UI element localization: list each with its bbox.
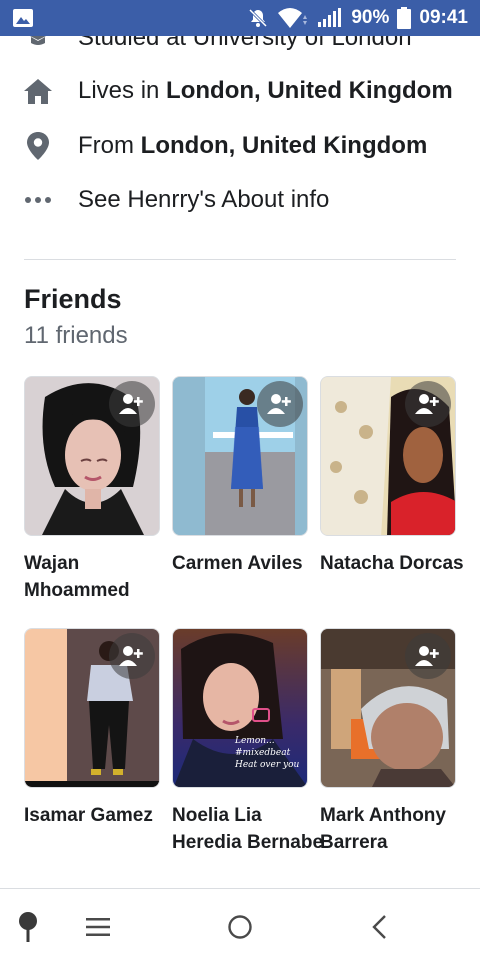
photo-caption-text: Lemon... #mixedbeat Heat over you xyxy=(235,736,300,770)
friend-card[interactable]: Carmen Aviles xyxy=(172,376,310,577)
friend-name[interactable]: Noelia Lia Heredia Bernabe xyxy=(172,802,332,856)
friend-card[interactable]: Lemon... #mixedbeat Heat over you Noelia… xyxy=(172,628,323,856)
about-lives-place[interactable]: London, United Kingdom xyxy=(166,77,453,104)
friend-card[interactable]: Mark Anthony Barrera xyxy=(320,628,458,856)
wifi-icon xyxy=(277,7,309,29)
see-about-info-link[interactable]: See Henrry's About info xyxy=(0,176,480,224)
friend-name[interactable]: Wajan Mhoammed xyxy=(24,550,184,604)
friend-card[interactable]: Natacha Dorcas xyxy=(320,376,464,577)
friend-photo[interactable] xyxy=(320,628,456,788)
about-from-text: From London, United Kingdom xyxy=(78,132,427,160)
image-icon xyxy=(12,8,34,28)
add-friend-icon[interactable] xyxy=(257,381,303,427)
battery-icon xyxy=(397,7,412,29)
friend-photo[interactable] xyxy=(172,376,308,536)
section-divider xyxy=(24,259,456,260)
friend-name[interactable]: Mark Anthony Barrera xyxy=(320,802,480,856)
friend-card[interactable]: Wajan Mhoammed xyxy=(24,376,162,604)
see-about-info-text: See Henrry's About info xyxy=(78,186,330,213)
pin-icon[interactable] xyxy=(8,907,48,947)
profile-content: Studied at University of London Lives in… xyxy=(0,36,480,888)
about-lives-prefix: Lives in xyxy=(78,77,167,104)
friend-photo[interactable] xyxy=(24,376,160,536)
friend-name[interactable]: Natacha Dorcas xyxy=(320,550,480,577)
add-friend-icon[interactable] xyxy=(405,633,451,679)
friend-name[interactable]: Isamar Gamez xyxy=(24,802,184,829)
more-dots-icon xyxy=(23,196,53,204)
menu-icon[interactable] xyxy=(78,907,118,947)
friend-card[interactable]: Isamar Gamez xyxy=(24,628,162,829)
system-nav-bar xyxy=(0,888,480,960)
about-lives-text: Lives in London, United Kingdom xyxy=(78,77,453,105)
back-icon[interactable] xyxy=(360,907,400,947)
add-friend-icon[interactable] xyxy=(405,381,451,427)
about-studied-row[interactable]: Studied at University of London xyxy=(0,36,480,62)
about-from-place[interactable]: London, United Kingdom xyxy=(141,132,428,159)
add-friend-icon[interactable] xyxy=(109,381,155,427)
friend-photo[interactable]: Lemon... #mixedbeat Heat over you xyxy=(172,628,308,788)
friend-photo[interactable] xyxy=(24,628,160,788)
home-icon xyxy=(23,77,53,105)
bell-off-icon xyxy=(247,7,269,29)
friends-count: 11 friends xyxy=(24,322,128,349)
about-from-row[interactable]: From London, United Kingdom xyxy=(0,122,480,170)
battery-percent: 90% xyxy=(351,7,390,28)
home-circle-icon[interactable] xyxy=(220,907,260,947)
friends-title[interactable]: Friends xyxy=(24,284,122,315)
about-studied-text: Studied at University of London xyxy=(78,36,412,51)
friend-name[interactable]: Carmen Aviles xyxy=(172,550,332,577)
add-friend-icon[interactable] xyxy=(109,633,155,679)
education-icon xyxy=(23,36,53,52)
about-lives-row[interactable]: Lives in London, United Kingdom xyxy=(0,67,480,115)
signal-icon xyxy=(317,8,343,28)
about-from-prefix: From xyxy=(78,132,141,159)
status-bar: 90% 09:41 xyxy=(0,0,480,36)
location-pin-icon xyxy=(23,131,53,161)
friend-photo[interactable] xyxy=(320,376,456,536)
clock: 09:41 xyxy=(419,7,468,28)
